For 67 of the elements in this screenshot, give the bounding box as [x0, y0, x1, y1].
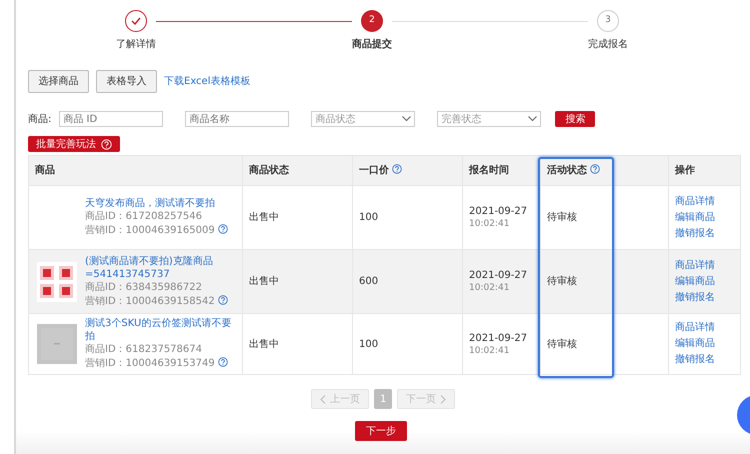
toolbar-button[interactable]: 选择商品: [28, 70, 89, 93]
activity-status-text: 待审核: [547, 276, 577, 287]
dropdown[interactable]: 完善状态: [437, 111, 542, 127]
chevron-left-icon: [320, 394, 326, 404]
step-label: 完成报名: [588, 38, 628, 52]
chevron-down-icon: [402, 116, 412, 122]
status-text: 出售中: [249, 212, 279, 223]
marketing-id: 营销ID：10004639153749: [85, 358, 215, 369]
action-link[interactable]: 撤销报名: [675, 352, 715, 368]
action-link[interactable]: 商品详情: [675, 194, 715, 210]
download-link[interactable]: 下载Excel表格模板: [164, 74, 250, 89]
action-link[interactable]: 撤销报名: [675, 290, 715, 306]
help-icon[interactable]: [590, 164, 600, 174]
product-id: 商品ID：618237578674: [85, 343, 202, 356]
step-label: 商品提交: [352, 37, 392, 52]
product-title-link[interactable]: 测试3个SKU的云价签测试请不要拍: [85, 317, 236, 343]
search-button[interactable]: 搜索: [555, 111, 596, 127]
time-text: 10:02:41: [469, 346, 510, 358]
price-text: 600: [359, 276, 378, 287]
column-header: 商品状态: [249, 165, 289, 176]
date-text: 2021-09-27: [469, 332, 528, 346]
step-number: 2: [361, 10, 383, 32]
step-number: 3: [597, 10, 619, 32]
time-text: 10:02:41: [469, 219, 510, 231]
product-title-link[interactable]: 天穹发布商品，测试请不要拍: [85, 197, 228, 210]
filter-label: 商品:: [28, 112, 52, 126]
product-id: 商品ID：638435986722: [85, 280, 202, 294]
batch-button[interactable]: 批量完善玩法: [28, 136, 120, 152]
help-icon[interactable]: [218, 357, 228, 367]
action-link[interactable]: 编辑商品: [675, 336, 715, 352]
column-header: 活动状态: [547, 165, 587, 176]
date-text: 2021-09-27: [469, 269, 528, 283]
product-id: 商品ID：617208257546: [85, 210, 202, 223]
column-header: 操作: [675, 165, 695, 176]
price-text: 100: [359, 212, 378, 223]
help-icon[interactable]: [218, 294, 228, 304]
price-text: 100: [359, 338, 378, 350]
time-text: 10:02:41: [469, 283, 510, 295]
chevron-right-icon: [440, 394, 446, 404]
action-link[interactable]: 商品详情: [675, 258, 715, 274]
text-field[interactable]: 商品名称: [185, 111, 290, 127]
table-row[interactable]: 测试3个SKU的云价签测试请不要拍 商品ID：618237578674 营销ID：10004639153749 出售中 100 2021-09-27 10:02:41 待审核 商品详情 编辑商品 撤销报名: [28, 314, 740, 374]
dropdown[interactable]: 商品状态: [311, 111, 416, 127]
text-field[interactable]: 商品 ID: [59, 111, 164, 127]
next-step-button[interactable]: 下一步: [355, 421, 407, 441]
column-header: 报名时间: [469, 165, 509, 176]
column-header: 商品: [35, 165, 55, 176]
help-icon[interactable]: [218, 224, 228, 234]
column-header: 一口价: [359, 165, 389, 176]
action-link[interactable]: 撤销报名: [675, 226, 715, 242]
toolbar-button[interactable]: 表格导入: [96, 70, 157, 93]
marketing-id: 营销ID：10004639165009: [85, 225, 215, 236]
table-row[interactable]: 天穹发布商品，测试请不要拍 商品ID：617208257546 营销ID：10004639165009 出售中 100 2021-09-27 10:02:41 待审核 商品详情 编辑商品 撤销报名: [28, 186, 740, 250]
activity-status-text: 待审核: [547, 338, 577, 350]
action-link[interactable]: 商品详情: [675, 320, 715, 336]
chevron-down-icon: [528, 116, 538, 122]
action-link[interactable]: 编辑商品: [675, 210, 715, 226]
product-title-link[interactable]: (测试商品请不要拍)克隆商品=541413745737: [85, 254, 236, 280]
step-label: 了解详情: [116, 38, 156, 52]
help-icon[interactable]: [392, 164, 402, 174]
status-text: 出售中: [249, 338, 279, 350]
marketing-id: 营销ID：10004639158542: [85, 296, 215, 306]
activity-status-text: 待审核: [547, 212, 577, 223]
action-link[interactable]: 编辑商品: [675, 274, 715, 290]
highlighted-table-row[interactable]: (测试商品请不要拍)克隆商品=541413745737 商品ID：638435986722 营销ID：10004639158542 出售中 600 2021-09-27 10:02:41 待审核 商品详情 编辑商品 撤销报名: [28, 250, 740, 314]
status-text: 出售中: [249, 276, 279, 287]
date-text: 2021-09-27: [469, 205, 528, 219]
